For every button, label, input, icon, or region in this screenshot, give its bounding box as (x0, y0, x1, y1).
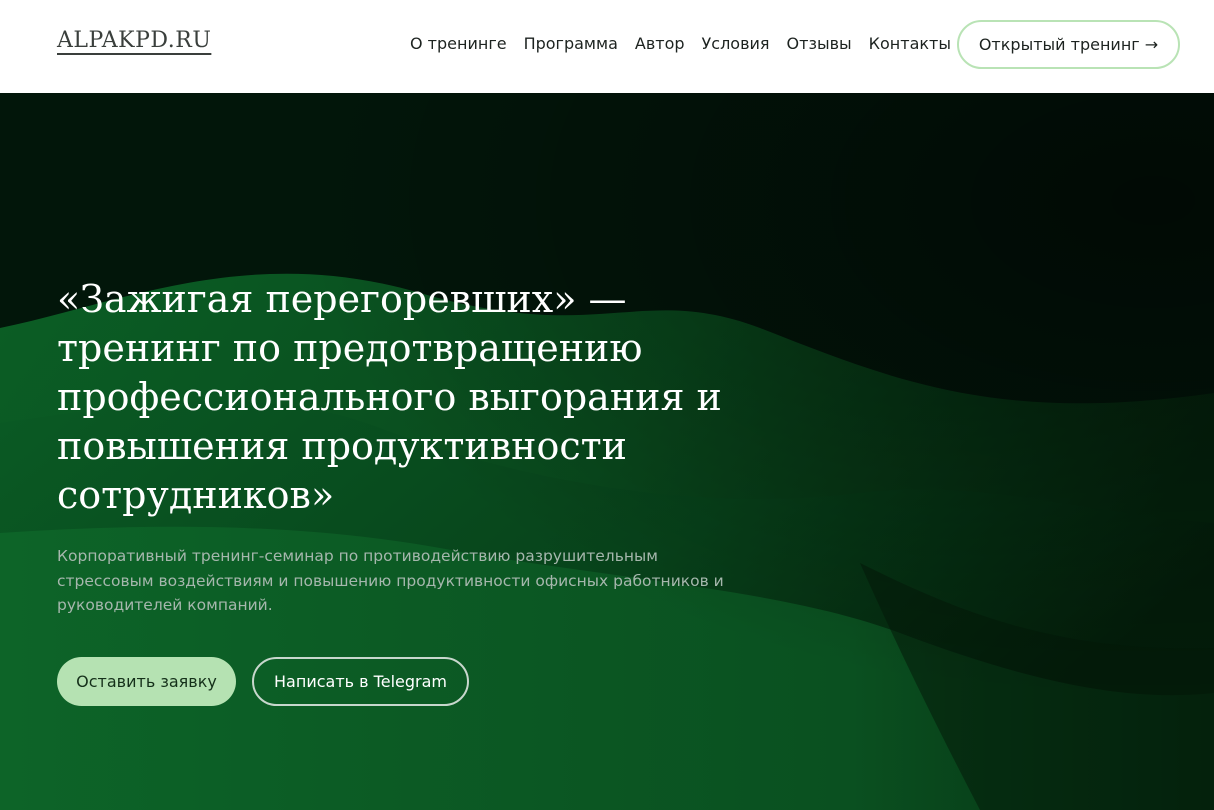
hero-subtitle: Корпоративный тренинг-семинар по противо… (57, 547, 724, 614)
apply-button[interactable]: Оставить заявку (57, 657, 236, 706)
main-nav: О тренинге Программа Автор Условия Отзыв… (410, 34, 951, 53)
nav-item-program[interactable]: Программа (524, 34, 618, 53)
site-logo[interactable]: ALPAKPD.RU (57, 28, 211, 53)
nav-item-author[interactable]: Автор (635, 34, 685, 53)
open-training-button[interactable]: Открытый тренинг → (957, 20, 1180, 69)
nav-item-about[interactable]: О тренинге (410, 34, 507, 53)
hero-title: «Зажигая перегоревших» — тренинг по пред… (57, 277, 722, 517)
nav-item-conditions[interactable]: Условия (702, 34, 770, 53)
nav-item-contacts[interactable]: Контакты (869, 34, 951, 53)
site-header: ALPAKPD.RU О тренинге Программа Автор Ус… (0, 0, 1214, 93)
nav-item-reviews[interactable]: Отзывы (787, 34, 852, 53)
hero-section: «Зажигая перегоревших» — тренинг по пред… (0, 93, 1214, 810)
telegram-button[interactable]: Написать в Telegram (252, 657, 469, 706)
